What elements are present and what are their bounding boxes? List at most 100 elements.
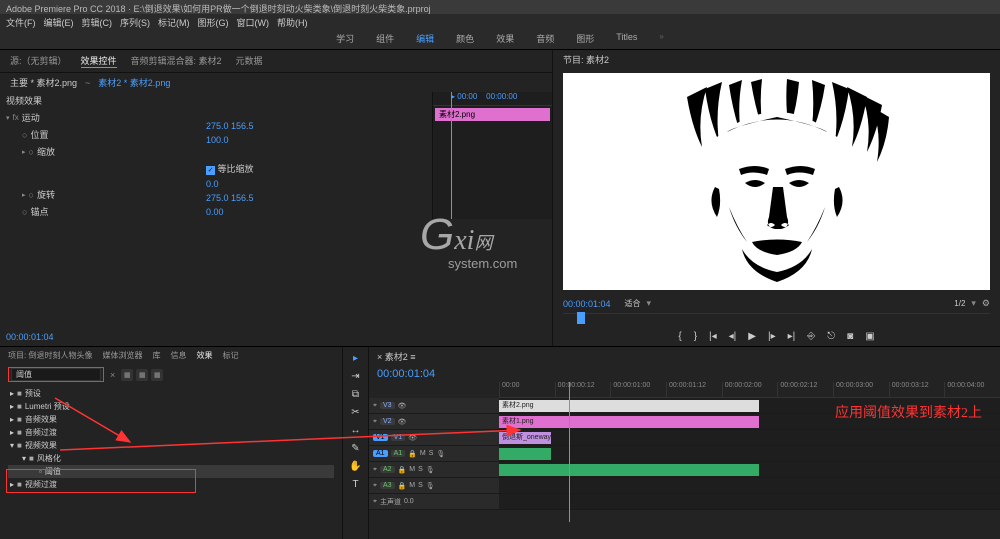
lift-icon[interactable]: ⎆ — [807, 331, 815, 342]
menu-window[interactable]: 窗口(W) — [237, 16, 270, 26]
go-in-icon[interactable]: |◂ — [709, 331, 717, 342]
tab-info[interactable]: 信息 — [170, 350, 186, 361]
menu-sequence[interactable]: 序列(S) — [120, 16, 150, 26]
clip-v2[interactable]: 素材1.png — [499, 416, 759, 428]
resolution-half[interactable]: 1/2 — [954, 299, 965, 308]
accel-icon[interactable]: ▦ — [121, 369, 133, 381]
program-scrubber[interactable] — [563, 313, 990, 327]
ws-overflow-icon[interactable]: » — [659, 32, 663, 45]
compare-icon[interactable]: ▣ — [865, 331, 874, 342]
program-timecode-left[interactable]: 00:00:01:04 — [563, 299, 611, 309]
track-head-v3[interactable]: ⌖V3👁 — [369, 398, 499, 413]
tab-libraries[interactable]: 库 — [152, 350, 160, 361]
tab-effects[interactable]: 效果 — [196, 350, 212, 361]
menu-marker[interactable]: 标记(M) — [158, 16, 190, 26]
ec-rotation[interactable]: ▸○旋转 — [0, 186, 200, 203]
type-tool-icon[interactable]: T — [348, 479, 364, 493]
track-head-v1[interactable]: V1V1👁 — [369, 430, 499, 445]
step-back-icon[interactable]: ◂| — [729, 331, 737, 342]
tab-audio-mixer[interactable]: 音频剪辑混合器: 素材2 — [131, 54, 222, 68]
menu-graphics[interactable]: 图形(G) — [198, 16, 229, 26]
val-uniform[interactable]: ✓ 等比缩放 — [200, 160, 432, 177]
timeline-playhead[interactable] — [569, 382, 570, 522]
val-rotation[interactable]: 0.0 — [200, 177, 432, 191]
track-select-tool-icon[interactable]: ⇥ — [348, 371, 364, 385]
ripple-tool-icon[interactable]: ⧉ — [348, 389, 364, 403]
32bit-icon[interactable]: ▦ — [136, 369, 148, 381]
clear-search-icon[interactable]: × — [110, 370, 115, 380]
track-head-a1[interactable]: A1A1🔒MS🎙 — [369, 446, 499, 461]
tab-markers[interactable]: 标记 — [222, 350, 238, 361]
track-head-a3[interactable]: ⌖A3🔒MS🎙 — [369, 478, 499, 493]
step-fwd-icon[interactable]: |▸ — [768, 331, 776, 342]
clip-a2[interactable] — [499, 464, 759, 476]
ws-effects[interactable]: 效果 — [496, 32, 514, 45]
ec-master-clip[interactable]: 主要 * 素材2.png — [10, 76, 77, 89]
tab-media-browser[interactable]: 媒体浏览器 — [102, 350, 142, 361]
play-icon[interactable]: ▶ — [748, 331, 756, 342]
tab-metadata[interactable]: 元数据 — [236, 54, 263, 68]
val-scale[interactable]: 100.0 — [200, 133, 432, 147]
yuv-icon[interactable]: ▦ — [151, 369, 163, 381]
hand-tool-icon[interactable]: ✋ — [348, 461, 364, 475]
tree-lumetri[interactable]: ▸■Lumetri 预设 — [8, 400, 334, 413]
go-out-icon[interactable]: ▸| — [788, 331, 796, 342]
tree-stylize[interactable]: ▾■风格化 — [8, 452, 334, 465]
ec-clip-link[interactable]: 素材2 * 素材2.png — [98, 76, 170, 89]
ws-learn[interactable]: 学习 — [336, 32, 354, 45]
track-head-v2[interactable]: ⌖V2👁 — [369, 414, 499, 429]
settings-icon[interactable]: ⚙ — [982, 298, 990, 309]
menu-file[interactable]: 文件(F) — [6, 16, 36, 26]
extract-icon[interactable]: ⎋ — [827, 331, 835, 342]
track-head-a2[interactable]: ⌖A2🔒MS🎙 — [369, 462, 499, 477]
slip-tool-icon[interactable]: ↔ — [348, 425, 364, 439]
tab-source[interactable]: 源:（无剪辑） — [10, 54, 67, 68]
scrubber-head[interactable] — [577, 312, 585, 324]
timeline-timecode[interactable]: 00:00:01:04 — [369, 366, 1000, 382]
tab-project[interactable]: 项目: 倒退时刻人物头像 — [8, 350, 92, 361]
effect-property-list: 视频效果 ▾fx运动 ○位置 ▸○缩放 ▸○旋转 ○锚点 ▸○防闪烁滤镜 ▾fx… — [0, 92, 200, 219]
tree-audio-trans[interactable]: ▸■音频过渡 — [8, 426, 334, 439]
effects-tree[interactable]: ▸■预设 ▸■Lumetri 预设 ▸■音频效果 ▸■音频过渡 ▾■视频效果 ▾… — [0, 385, 342, 539]
val-position[interactable]: 275.0 156.5 — [200, 119, 432, 133]
ec-scale[interactable]: ▸○缩放 — [0, 143, 200, 160]
selection-tool-icon[interactable]: ▸ — [348, 353, 364, 367]
ws-graphics[interactable]: 图形 — [576, 32, 594, 45]
ec-mini-timeline[interactable]: ▸ 00:00 00:00:00 素材2.png — [432, 92, 552, 219]
tree-audio-fx[interactable]: ▸■音频效果 — [8, 413, 334, 426]
track-head-master[interactable]: ⌖主声道0.0 — [369, 494, 499, 509]
effects-search-input[interactable] — [11, 368, 101, 381]
val-antiflicker[interactable]: 0.00 — [200, 205, 432, 219]
ec-playhead[interactable] — [451, 92, 452, 219]
export-frame-icon[interactable]: ◙ — [847, 331, 853, 342]
pen-tool-icon[interactable]: ✎ — [348, 443, 364, 457]
ws-titles[interactable]: Titles — [616, 32, 637, 45]
ec-motion[interactable]: ▾fx运动 — [0, 109, 200, 126]
ws-assembly[interactable]: 组件 — [376, 32, 394, 45]
ws-color[interactable]: 颜色 — [456, 32, 474, 45]
mark-in-icon[interactable]: { — [678, 331, 681, 342]
tab-effect-controls[interactable]: 效果控件 — [81, 54, 117, 68]
zoom-fit[interactable]: 适合 — [625, 298, 641, 309]
ec-position[interactable]: ○位置 — [0, 126, 200, 143]
ws-edit[interactable]: 编辑 — [416, 32, 434, 45]
razor-tool-icon[interactable]: ✂ — [348, 407, 364, 421]
mark-out-icon[interactable]: } — [694, 331, 697, 342]
source-timecode[interactable]: 00:00:01:04 — [6, 332, 54, 342]
val-anchor[interactable]: 275.0 156.5 — [200, 191, 432, 205]
menu-clip[interactable]: 剪辑(C) — [82, 16, 113, 26]
checkbox-icon[interactable]: ✓ — [206, 166, 215, 175]
tree-video-fx[interactable]: ▾■视频效果 — [8, 439, 334, 452]
ec-mini-clip[interactable]: 素材2.png — [435, 108, 550, 121]
timeline-ruler[interactable]: 00:00 00:00:00:12 00:00:01:00 00:00:01:1… — [499, 382, 1000, 398]
menu-help[interactable]: 帮助(H) — [277, 16, 308, 26]
program-view[interactable] — [563, 73, 990, 290]
clip-v1[interactable]: 倒退斯_onewaybatch.mpe — [499, 432, 551, 444]
sequence-name[interactable]: × 素材2 ≡ — [377, 352, 416, 362]
menu-edit[interactable]: 编辑(E) — [44, 16, 74, 26]
tree-presets[interactable]: ▸■预设 — [8, 387, 334, 400]
ec-anchor[interactable]: ○锚点 — [0, 203, 200, 219]
clip-v3[interactable]: 素材2.png — [499, 400, 759, 412]
ws-audio[interactable]: 音频 — [536, 32, 554, 45]
clip-a1[interactable] — [499, 448, 551, 460]
